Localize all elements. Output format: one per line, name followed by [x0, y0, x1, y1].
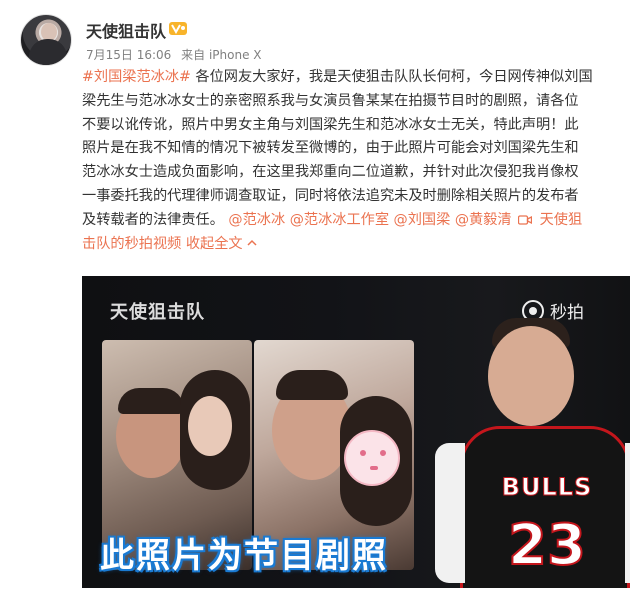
post-meta: 7月15日 16:06 来自 iPhone X [86, 46, 268, 63]
chevron-up-icon [247, 239, 257, 246]
video-link-part2[interactable]: 击队的秒拍视频 [82, 236, 181, 252]
post-source[interactable]: 来自 iPhone X [181, 48, 261, 62]
post-line-7-text: 及转载者的法律责任。 [82, 211, 224, 228]
post-line-3: 不要以讹传讹，照片中男女主角与刘国梁先生和范冰冰女士无关，特此声明！此 [82, 116, 579, 133]
post-line-6: 一事委托我的代理律师调查取证，同时将依法追究未及时删除相关照片的发布者 [82, 187, 579, 204]
video-link-part1[interactable]: 天使狙 [540, 212, 583, 228]
avatar-body [29, 39, 67, 65]
yellow-vip-icon [169, 22, 187, 35]
mention-fanbingbing[interactable]: @范冰冰 [228, 212, 285, 228]
weibo-post: 天使狙击队 7月15日 16:06 来自 iPhone X #刘国梁范冰冰# 各… [0, 0, 640, 592]
face-cover-emoji [344, 430, 400, 486]
photo-left-man-hair [118, 388, 184, 414]
post-line-4: 照片是在我不知情的情况下被转发至微博的，由于此照片可能会对刘国梁先生和 [82, 140, 579, 157]
post-text: #刘国梁范冰冰# 各位网友大家好，我是天使狙击队队长何柯，今日网传神似刘国 梁先… [82, 66, 630, 256]
video-thumbnail[interactable]: 天使狙击队 秒拍 BULLS 23 此照片为节目剧照 [82, 276, 630, 588]
post-date[interactable]: 7月15日 16:06 [86, 48, 171, 62]
mention-huangyiqing[interactable]: @黄毅清 [455, 212, 512, 228]
post-line-5: 范冰冰女士造成负面影响，在这里我郑重向二位道歉，并针对此次侵犯我肖像权 [82, 164, 579, 181]
video-camera-icon [518, 215, 533, 225]
post-line-2: 梁先生与范冰冰女士的亲密照系我与女演员鲁某某在拍摄节目时的剧照，请各位 [82, 92, 579, 109]
post-line-1-text: 各位网友大家好，我是天使狙击队队长何柯，今日网传神似刘国 [195, 69, 593, 85]
collapse-button[interactable]: 收起全文 [186, 236, 257, 252]
mention-fanbingbing-studio[interactable]: @范冰冰工作室 [290, 212, 389, 228]
post-line-7: 及转载者的法律责任。 @范冰冰 @范冰冰工作室 @刘国梁 @黄毅清 天使狙 [82, 209, 630, 233]
mention-liuguoliang[interactable]: @刘国梁 [394, 212, 451, 228]
bulls-jersey: BULLS 23 [435, 426, 630, 588]
host-arm-right [625, 443, 630, 583]
emoji-dot [370, 466, 378, 470]
emoji-dot [380, 450, 386, 456]
video-caption: 此照片为节目剧照 [100, 536, 388, 576]
post-line-8: 击队的秒拍视频 收起全文 [82, 233, 630, 257]
photo-right-man-hair [276, 370, 348, 400]
post-line-1: #刘国梁范冰冰# 各位网友大家好，我是天使狙击队队长何柯，今日网传神似刘国 [82, 66, 630, 90]
host-head [488, 326, 574, 426]
video-host: BULLS 23 [435, 316, 630, 588]
host-arm-left [435, 443, 465, 583]
photo-left-woman-face [188, 396, 232, 456]
emoji-dot [360, 450, 366, 456]
collapse-label: 收起全文 [185, 235, 243, 252]
hashtag-link[interactable]: #刘国梁范冰冰# [82, 69, 191, 85]
jersey-text: BULLS [501, 473, 593, 502]
video-watermark: 天使狙击队 [110, 302, 205, 323]
username[interactable]: 天使狙击队 [86, 18, 166, 42]
jersey-number: 23 [507, 512, 587, 579]
avatar[interactable] [20, 14, 72, 66]
